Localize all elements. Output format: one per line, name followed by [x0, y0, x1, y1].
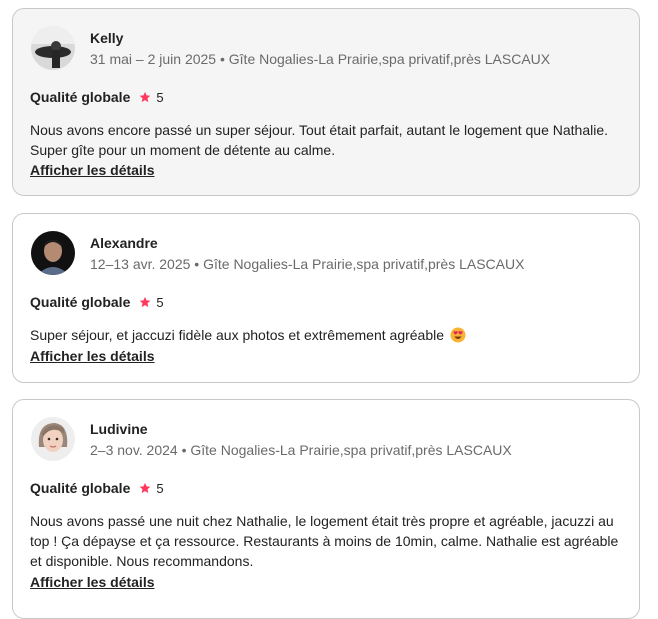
- rating: Qualité globale 5: [30, 480, 164, 496]
- rating-label: Qualité globale: [30, 294, 131, 310]
- show-details-link[interactable]: Afficher les détails: [30, 162, 155, 178]
- avatar[interactable]: [31, 26, 75, 70]
- review-card[interactable]: Alexandre 12–13 avr. 2025 • Gîte Nogalie…: [12, 213, 640, 383]
- show-details-link[interactable]: Afficher les détails: [30, 348, 155, 364]
- rating-value: 5: [156, 89, 164, 105]
- stay-info: 31 mai – 2 juin 2025 • Gîte Nogalies-La …: [90, 51, 551, 67]
- reviewer-name: Ludivine: [90, 421, 148, 437]
- review-card[interactable]: Ludivine 2–3 nov. 2024 • Gîte Nogalies-L…: [12, 399, 640, 619]
- review-text: Nous avons passé une nuit chez Nathalie,…: [30, 513, 619, 569]
- show-details-link[interactable]: Afficher les détails: [30, 574, 155, 590]
- reviewer-name: Alexandre: [90, 235, 158, 251]
- review-text: Nous avons encore passé un super séjour.…: [30, 122, 608, 158]
- rating: Qualité globale 5: [30, 294, 164, 310]
- reviewer-name: Kelly: [90, 30, 124, 46]
- avatar[interactable]: [31, 417, 75, 461]
- review-text: Super séjour, et jaccuzi fidèle aux phot…: [30, 325, 630, 345]
- rating-label: Qualité globale: [30, 480, 131, 496]
- star-icon: [140, 482, 151, 493]
- stay-info: 2–3 nov. 2024 • Gîte Nogalies-La Prairie…: [90, 442, 512, 458]
- star-icon: [140, 91, 151, 102]
- review-text-content: Super séjour, et jaccuzi fidèle aux phot…: [30, 327, 445, 343]
- star-icon: [140, 296, 151, 307]
- stay-info: 12–13 avr. 2025 • Gîte Nogalies-La Prair…: [90, 256, 525, 272]
- avatar[interactable]: [31, 231, 75, 275]
- rating-value: 5: [156, 294, 164, 310]
- rating-label: Qualité globale: [30, 89, 131, 105]
- rating: Qualité globale 5: [30, 89, 164, 105]
- rating-value: 5: [156, 480, 164, 496]
- heart-eyes-emoji-icon: [450, 327, 466, 343]
- review-card[interactable]: Kelly 31 mai – 2 juin 2025 • Gîte Nogali…: [12, 8, 640, 196]
